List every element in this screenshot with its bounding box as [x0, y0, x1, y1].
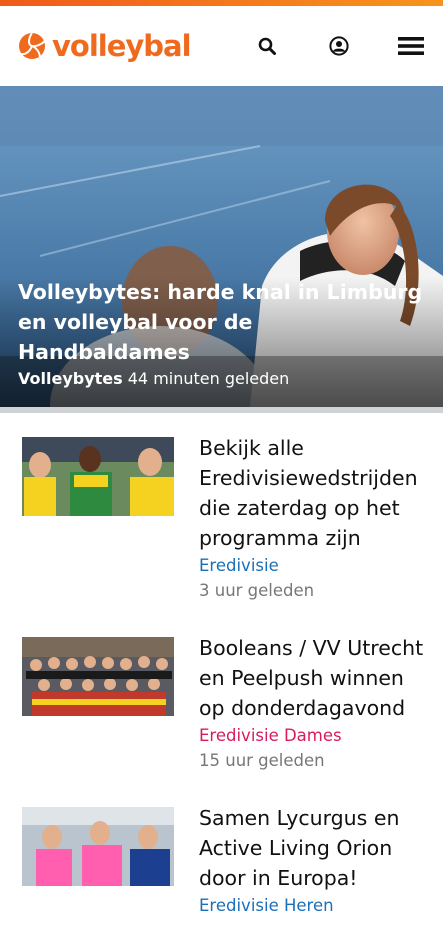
- hero-caption: Volleybytes: harde knal in Limburg en vo…: [0, 277, 443, 407]
- article-title[interactable]: Bekijk alle Eredivisiewedstrijden die za…: [199, 433, 425, 553]
- volleyball-icon: [19, 32, 46, 59]
- hero-article[interactable]: Volleybytes: harde knal in Limburg en vo…: [0, 86, 443, 407]
- menu-icon: [398, 37, 424, 55]
- article-title[interactable]: Booleans / VV Utrecht en Peelpush winnen…: [199, 633, 425, 723]
- user-icon: [329, 36, 349, 56]
- hero-meta: Volleybytes 44 minuten geleden: [18, 367, 425, 391]
- logo-text: volleybal: [52, 28, 192, 63]
- site-header: volleybal: [0, 6, 443, 86]
- search-icon: [258, 37, 276, 55]
- article-category[interactable]: Eredivisie: [199, 553, 425, 578]
- header-actions: [253, 32, 425, 60]
- article-body: Booleans / VV Utrecht en Peelpush winnen…: [199, 633, 425, 773]
- hero-time: 44 minuten geleden: [127, 369, 290, 388]
- article-thumbnail[interactable]: [22, 637, 174, 716]
- list-item[interactable]: Samen Lycurgus en Active Living Orion do…: [0, 803, 443, 918]
- site-logo[interactable]: volleybal: [18, 28, 192, 63]
- list-item[interactable]: Bekijk alle Eredivisiewedstrijden die za…: [0, 433, 443, 603]
- article-time: 3 uur geleden: [199, 581, 315, 600]
- article-thumbnail[interactable]: [22, 437, 174, 516]
- article-list: Bekijk alle Eredivisiewedstrijden die za…: [0, 413, 443, 918]
- article-category[interactable]: Eredivisie Dames: [199, 723, 425, 748]
- search-button[interactable]: [253, 32, 281, 60]
- article-body: Bekijk alle Eredivisiewedstrijden die za…: [199, 433, 425, 603]
- article-thumbnail[interactable]: [22, 807, 174, 886]
- article-category[interactable]: Eredivisie Heren: [199, 893, 425, 918]
- menu-button[interactable]: [397, 32, 425, 60]
- article-time: 15 uur geleden: [199, 751, 325, 770]
- list-item[interactable]: Booleans / VV Utrecht en Peelpush winnen…: [0, 633, 443, 773]
- account-button[interactable]: [325, 32, 353, 60]
- hero-title[interactable]: Volleybytes: harde knal in Limburg en vo…: [18, 277, 425, 367]
- article-body: Samen Lycurgus en Active Living Orion do…: [199, 803, 425, 918]
- article-title[interactable]: Samen Lycurgus en Active Living Orion do…: [199, 803, 425, 893]
- hero-category[interactable]: Volleybytes: [18, 369, 123, 388]
